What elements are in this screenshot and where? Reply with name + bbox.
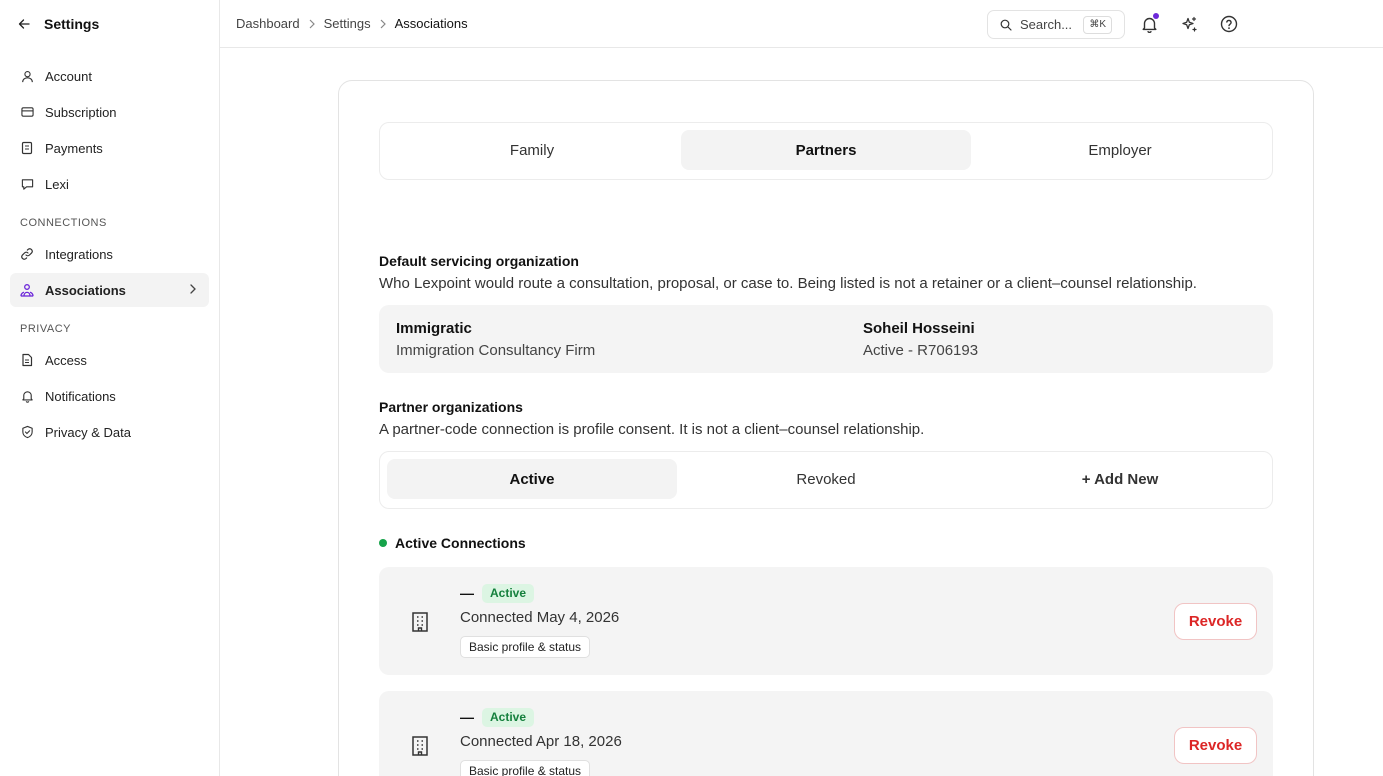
- connection-card: — Active Connected May 4, 2026 Basic pro…: [379, 567, 1273, 675]
- sidebar-item-label: Integrations: [45, 246, 113, 262]
- default-org-description: Who Lexpoint would route a consultation,…: [379, 275, 1197, 292]
- chat-icon: [20, 177, 34, 191]
- sidebar-item-associations[interactable]: Associations: [10, 273, 209, 307]
- filter-revoked[interactable]: Revoked: [681, 459, 971, 499]
- filter-active[interactable]: Active: [387, 459, 677, 499]
- status-badge: Active: [482, 708, 535, 727]
- contact-status: Active - R706193: [863, 342, 979, 359]
- sidebar-item-access[interactable]: Access: [10, 343, 209, 377]
- search-placeholder: Search...: [1020, 17, 1073, 32]
- topbar: Dashboard Settings Associations Search..…: [220, 0, 1383, 48]
- sidebar-item-label: Account: [45, 68, 92, 84]
- bell-icon[interactable]: [1139, 13, 1159, 34]
- active-connections-header: Active Connections: [379, 535, 526, 551]
- building-icon: [409, 611, 431, 633]
- tab-family[interactable]: Family: [387, 130, 677, 170]
- sidebar-item-lexi[interactable]: Lexi: [10, 167, 209, 201]
- sidebar-item-label: Notifications: [45, 388, 116, 404]
- section-label-connections: CONNECTIONS: [20, 217, 107, 229]
- breadcrumb: Dashboard Settings Associations: [220, 16, 468, 31]
- revoke-button[interactable]: Revoke: [1174, 727, 1257, 764]
- search-icon: [1000, 19, 1012, 31]
- sidebar-item-notifications[interactable]: Notifications: [10, 379, 209, 413]
- search-input[interactable]: Search... ⌘K: [987, 10, 1125, 39]
- sidebar-header: Settings: [0, 0, 219, 48]
- partner-orgs-heading: Partner organizations: [379, 399, 523, 415]
- chevron-right-icon: [189, 283, 197, 298]
- sidebar-item-label: Access: [45, 352, 87, 368]
- contact-name: Soheil Hosseini: [863, 320, 975, 337]
- revoke-button[interactable]: Revoke: [1174, 603, 1257, 640]
- sidebar-item-integrations[interactable]: Integrations: [10, 237, 209, 271]
- building-icon: [409, 735, 431, 757]
- tab-employer[interactable]: Employer: [975, 130, 1265, 170]
- partner-orgs-description: A partner-code connection is profile con…: [379, 421, 925, 438]
- document-icon: [20, 353, 34, 367]
- connection-card: — Active Connected Apr 18, 2026 Basic pr…: [379, 691, 1273, 776]
- associations-card: Family Partners Employer Default servici…: [338, 80, 1314, 776]
- notification-dot: [1153, 13, 1159, 19]
- sidebar-item-label: Privacy & Data: [45, 424, 131, 440]
- sidebar-item-payments[interactable]: Payments: [10, 131, 209, 165]
- connection-name: —: [460, 709, 474, 725]
- sidebar-title: Settings: [44, 16, 100, 32]
- status-dot: [379, 539, 387, 547]
- connected-date: Connected Apr 18, 2026: [460, 733, 622, 750]
- sidebar-item-privacy-data[interactable]: Privacy & Data: [10, 415, 209, 449]
- default-org-box: Immigratic Immigration Consultancy Firm …: [379, 305, 1273, 373]
- scope-chip: Basic profile & status: [460, 760, 591, 776]
- sidebar-item-label: Subscription: [45, 104, 117, 120]
- sidebar-item-subscription[interactable]: Subscription: [10, 95, 209, 129]
- sidebar-item-label: Payments: [45, 140, 103, 156]
- search-shortcut: ⌘K: [1083, 16, 1112, 34]
- section-label-privacy: PRIVACY: [20, 323, 71, 335]
- back-arrow-icon[interactable]: [16, 16, 32, 32]
- org-name: Immigratic: [396, 320, 472, 337]
- user-icon: [20, 69, 34, 83]
- sidebar: Settings Account Subscription Payments L…: [0, 0, 220, 776]
- connected-date: Connected May 4, 2026: [460, 609, 620, 626]
- connection-filter-tabs: Active Revoked + Add New: [379, 451, 1273, 509]
- breadcrumb-current: Associations: [394, 16, 468, 31]
- breadcrumb-dashboard[interactable]: Dashboard: [236, 16, 300, 31]
- help-icon[interactable]: [1219, 14, 1239, 34]
- association-type-tabs: Family Partners Employer: [379, 122, 1273, 180]
- app: Settings Account Subscription Payments L…: [0, 0, 1383, 776]
- credit-card-icon: [20, 105, 34, 119]
- shield-icon: [20, 425, 34, 439]
- chevron-right-icon: [380, 19, 386, 29]
- connection-name: —: [460, 585, 474, 601]
- default-org-heading: Default servicing organization: [379, 253, 579, 269]
- org-type: Immigration Consultancy Firm: [396, 342, 596, 359]
- scope-chip: Basic profile & status: [460, 636, 591, 658]
- chevron-right-icon: [309, 19, 315, 29]
- tab-partners[interactable]: Partners: [681, 130, 971, 170]
- status-badge: Active: [482, 584, 535, 603]
- breadcrumb-settings[interactable]: Settings: [324, 16, 371, 31]
- sidebar-item-label: Lexi: [45, 176, 69, 192]
- active-connections-title: Active Connections: [395, 535, 526, 551]
- network-icon: [20, 283, 34, 297]
- bell-icon: [20, 389, 34, 403]
- receipt-icon: [20, 141, 34, 155]
- add-new-button[interactable]: + Add New: [975, 459, 1265, 499]
- sidebar-item-label: Associations: [45, 282, 126, 298]
- sparkles-icon[interactable]: [1179, 14, 1199, 34]
- sidebar-item-account[interactable]: Account: [10, 59, 209, 93]
- link-icon: [20, 247, 34, 261]
